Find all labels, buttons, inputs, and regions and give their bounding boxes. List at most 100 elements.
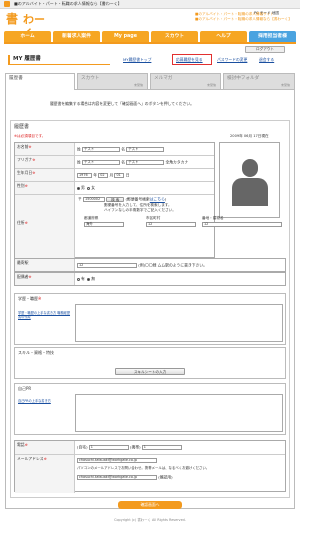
name-value: 姓 テスト 名 テスト bbox=[77, 146, 165, 152]
gender-value: 男 女 bbox=[77, 185, 96, 191]
nav-mypage[interactable]: My page bbox=[102, 31, 149, 42]
tab-bar: 履歴書 スカウト 未受信 メルマガ 未受信 検討中フォルダ 未受信 bbox=[5, 73, 295, 90]
education-textarea[interactable] bbox=[75, 304, 283, 342]
nav-help[interactable]: ヘルプ bbox=[200, 31, 247, 42]
site-logo[interactable]: 書 わーく bbox=[6, 12, 52, 40]
tab-mailmag-label: メルマガ bbox=[154, 76, 173, 81]
first-name-input[interactable]: テスト bbox=[126, 147, 165, 152]
phone-value: (自宅) 1 (携帯) 1 bbox=[77, 445, 182, 450]
zip-input[interactable]: 1500002 bbox=[83, 197, 106, 202]
pr-textarea[interactable] bbox=[75, 394, 283, 432]
street-label: 番地・建物名 bbox=[202, 216, 224, 220]
tab-resume-label: 履歴書 bbox=[9, 76, 23, 81]
last-name-kana-input[interactable]: テスト bbox=[82, 160, 121, 165]
email-row: メールアドレス※ chasuchi.tatsuaki@workgate.co.j… bbox=[15, 455, 285, 493]
required-note: ※は必須項目です。 bbox=[14, 134, 46, 138]
required-mark: ※ bbox=[38, 296, 42, 301]
female-label: 女 bbox=[91, 185, 96, 190]
spouse-yes-radio[interactable] bbox=[77, 277, 80, 281]
nav-scout[interactable]: スカウト bbox=[151, 31, 198, 42]
avatar-body-icon bbox=[232, 178, 268, 206]
tab-resume[interactable]: 履歴書 bbox=[5, 73, 75, 90]
birth-day-select[interactable]: 01 bbox=[114, 173, 125, 178]
mei-label: 名 bbox=[121, 146, 126, 152]
name-label: お名前※ bbox=[15, 143, 75, 155]
browser-titlebar: ■のアルバイト・パート・転職の求人情報なら【書わーく】 bbox=[0, 0, 300, 9]
zip-hint-end: ) bbox=[164, 196, 167, 202]
required-mark: ※ bbox=[24, 220, 28, 225]
first-name-kana-input[interactable]: テスト bbox=[126, 160, 165, 165]
education-guide-link[interactable]: 学歴・職歴の上手な書き方 職務経歴書の作成 bbox=[18, 311, 70, 320]
page-title: MY 履歴書 bbox=[8, 55, 110, 65]
prefecture-select[interactable]: 海外 bbox=[84, 222, 124, 227]
education-table: 学歴・職歴※ 学歴・職歴の上手な書き方 職務経歴書の作成 bbox=[14, 293, 286, 345]
tab-folder-status: 未受信 bbox=[280, 83, 290, 88]
pr-table: 自己PR 自己PRの上手な書き方 bbox=[14, 383, 286, 435]
gender-male-radio[interactable] bbox=[77, 186, 80, 190]
logout-button[interactable]: ログアウト bbox=[245, 46, 285, 53]
link-change-password[interactable]: パスワードの変更 bbox=[217, 57, 247, 63]
station-label: 最寄駅 bbox=[15, 259, 75, 271]
zip-note-1: 郵便番号を入力して、住所を検索します。 bbox=[104, 203, 172, 207]
link-resume-top[interactable]: MY履歴書トップ bbox=[123, 57, 151, 63]
nav-home[interactable]: ホーム bbox=[4, 31, 51, 42]
tagline-2: ■のアルバイト・パート・転職の求人情報なら【書わーく】 bbox=[195, 17, 292, 21]
education-label: 学歴・職歴※ bbox=[18, 296, 42, 302]
contact-table: 電話※ (自宅) 1 (携帯) 1 メールアドレス※ chasuchi.tats… bbox=[14, 440, 286, 493]
zip-search-button[interactable]: 検 索 bbox=[106, 197, 125, 202]
skill-sheet-button[interactable]: スキルシートの入力 bbox=[115, 368, 185, 375]
link-withdraw[interactable]: 退会する bbox=[259, 57, 274, 63]
station-table: 最寄駅 12 (例)〇〇線 ムム駅のように書き下さい。 bbox=[14, 258, 286, 272]
favicon-icon bbox=[4, 1, 10, 7]
city-input[interactable]: 12 bbox=[146, 222, 196, 227]
spouse-no-label: 無 bbox=[91, 276, 96, 281]
zip-mark: 〒 bbox=[78, 196, 82, 202]
nav-new-jobs[interactable]: 新着求人案件 bbox=[53, 31, 100, 42]
email-label: メールアドレス※ bbox=[15, 455, 75, 493]
global-nav: ホーム 新着求人案件 My page スカウト ヘルプ 採用担当者様 bbox=[4, 31, 296, 42]
avatar-head-icon bbox=[242, 159, 258, 177]
name-label-text: お名前 bbox=[17, 144, 29, 149]
email-input[interactable]: chasuchi.tatsuaki@workgate.co.jp bbox=[77, 458, 157, 463]
street-input[interactable]: 12 bbox=[202, 222, 282, 227]
city-label: 市区町村 bbox=[146, 216, 161, 220]
tab-folder[interactable]: 検討中フォルダ 未受信 bbox=[223, 73, 295, 89]
spouse-value: 有 無 bbox=[77, 276, 96, 282]
address-label: 住所※ bbox=[15, 195, 75, 259]
station-value: 12 (例)〇〇線 ムム駅のように書き下さい。 bbox=[77, 263, 207, 268]
required-mark: ※ bbox=[24, 183, 28, 188]
email-value: chasuchi.tatsuaki@workgate.co.jp bbox=[77, 458, 157, 463]
zip-search-link[interactable]: はこちら bbox=[150, 197, 165, 202]
station-input[interactable]: 12 bbox=[77, 263, 137, 268]
gender-female-radio[interactable] bbox=[87, 186, 91, 190]
photo-placeholder[interactable] bbox=[219, 142, 280, 218]
highlight-box bbox=[172, 54, 212, 65]
tab-scout[interactable]: スカウト 未受信 bbox=[77, 73, 148, 89]
spouse-no-radio[interactable] bbox=[87, 277, 91, 281]
email-label-text: メールアドレス bbox=[17, 456, 44, 461]
birth-year-select[interactable]: 1976 bbox=[77, 173, 92, 178]
kana-label-text: フリガナ bbox=[17, 157, 33, 162]
birth-month-select[interactable]: 02 bbox=[98, 173, 109, 178]
sei-label: 姓 bbox=[77, 146, 81, 152]
nav-recruiter[interactable]: 採用担当者様 bbox=[249, 31, 296, 42]
pr-guide-link[interactable]: 自己PRの上手な書き方 bbox=[18, 399, 72, 404]
phone-label-text: 電話 bbox=[17, 442, 25, 447]
skills-label: スキル・資格・特技 bbox=[18, 350, 54, 355]
kana-value: 姓 テスト 名 テスト 全角カタカナ bbox=[77, 160, 188, 165]
phone-row: 電話※ (自宅) 1 (携帯) 1 bbox=[15, 441, 285, 455]
email-note: パソコンのメールアドレスでお問い合わせ。携帯メールは、なるべくお避けください。 bbox=[77, 466, 210, 470]
nav-underline bbox=[4, 42, 296, 44]
footer-copyright: Copyright (c) 書わーく All Rights Reserved. bbox=[114, 518, 186, 522]
tab-mailmag[interactable]: メルマガ 未受信 bbox=[150, 73, 221, 89]
header-mode-links[interactable]: PC モード 地図 bbox=[254, 11, 279, 15]
mobile-phone-input[interactable]: 1 bbox=[141, 445, 182, 450]
required-mark: ※ bbox=[43, 456, 47, 461]
home-phone-input[interactable]: 1 bbox=[88, 445, 129, 450]
email-confirm-input[interactable]: chasuchi.tatsuaki@workgate.co.jp bbox=[77, 475, 157, 480]
zip-note-2: ハイフンなしの半角数字でご記入ください。 bbox=[104, 208, 176, 212]
day-unit: 日 bbox=[125, 172, 130, 178]
page: ■のアルバイト・パート・転職の求人情報なら【書わーく】 書 わーく ■のアルバイ… bbox=[0, 0, 300, 538]
confirm-button[interactable]: 確認画面へ bbox=[118, 501, 182, 509]
last-name-input[interactable]: テスト bbox=[82, 147, 121, 152]
